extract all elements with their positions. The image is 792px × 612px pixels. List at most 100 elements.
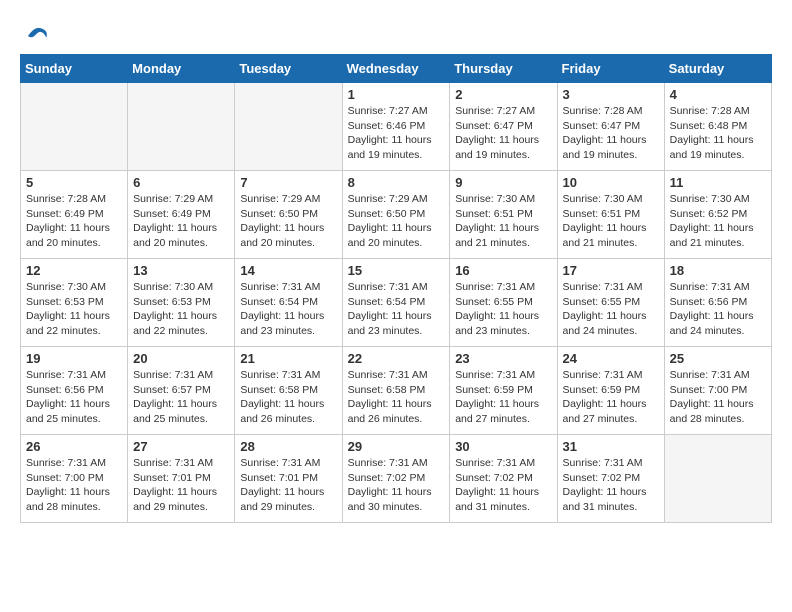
day-number: 27 xyxy=(133,439,229,454)
day-info: Sunrise: 7:31 AMSunset: 7:02 PMDaylight:… xyxy=(563,456,659,515)
day-number: 3 xyxy=(563,87,659,102)
day-info: Sunrise: 7:29 AMSunset: 6:50 PMDaylight:… xyxy=(348,192,445,251)
day-info: Sunrise: 7:31 AMSunset: 7:00 PMDaylight:… xyxy=(670,368,766,427)
calendar-cell: 6Sunrise: 7:29 AMSunset: 6:49 PMDaylight… xyxy=(128,171,235,259)
calendar-cell: 19 Sunrise: 7:31 AMSunset: 6:56 PMDayligh… xyxy=(21,347,128,435)
calendar-table: SundayMondayTuesdayWednesdayThursdayFrid… xyxy=(20,54,772,523)
day-number: 24 xyxy=(563,351,659,366)
day-header-thursday: Thursday xyxy=(450,55,557,83)
day-number: 22 xyxy=(348,351,445,366)
day-number: 16 xyxy=(455,263,551,278)
day-number: 14 xyxy=(240,263,336,278)
day-number: 18 xyxy=(670,263,766,278)
day-info: Sunrise: 7:31 AMSunset: 7:02 PMDaylight:… xyxy=(348,456,445,515)
day-number: 29 xyxy=(348,439,445,454)
day-header-monday: Monday xyxy=(128,55,235,83)
day-info: Sunrise: 7:31 AMSunset: 7:02 PMDaylight:… xyxy=(455,456,551,515)
day-number: 4 xyxy=(670,87,766,102)
calendar-cell xyxy=(235,83,342,171)
day-number: 9 xyxy=(455,175,551,190)
calendar-cell: 4 Sunrise: 7:28 AMSunset: 6:48 PMDaylight… xyxy=(664,83,771,171)
calendar-cell: 2Sunrise: 7:27 AMSunset: 6:47 PMDaylight… xyxy=(450,83,557,171)
calendar-cell: 22 Sunrise: 7:31 AMSunset: 6:58 PMDayligh… xyxy=(342,347,450,435)
day-info: Sunrise: 7:31 AMSunset: 6:54 PMDaylight:… xyxy=(348,280,445,339)
day-info: Sunrise: 7:28 AMSunset: 6:49 PMDaylight:… xyxy=(26,192,122,251)
logo-icon xyxy=(24,20,48,44)
day-header-wednesday: Wednesday xyxy=(342,55,450,83)
day-info: Sunrise: 7:31 AMSunset: 6:54 PMDaylight:… xyxy=(240,280,336,339)
day-number: 7 xyxy=(240,175,336,190)
week-row-2: 5 Sunrise: 7:28 AMSunset: 6:49 PMDaylight… xyxy=(21,171,772,259)
day-info: Sunrise: 7:31 AMSunset: 6:56 PMDaylight:… xyxy=(670,280,766,339)
calendar-cell: 24 Sunrise: 7:31 AMSunset: 6:59 PMDayligh… xyxy=(557,347,664,435)
day-info: Sunrise: 7:31 AMSunset: 6:57 PMDaylight:… xyxy=(133,368,229,427)
day-info: Sunrise: 7:30 AMSunset: 6:53 PMDaylight:… xyxy=(26,280,122,339)
day-info: Sunrise: 7:29 AMSunset: 6:50 PMDaylight:… xyxy=(240,192,336,251)
day-info: Sunrise: 7:31 AMSunset: 6:56 PMDaylight:… xyxy=(26,368,122,427)
calendar-cell: 30 Sunrise: 7:31 AMSunset: 7:02 PMDayligh… xyxy=(450,435,557,523)
day-info: Sunrise: 7:31 AMSunset: 6:59 PMDaylight:… xyxy=(455,368,551,427)
calendar-cell: 25 Sunrise: 7:31 AMSunset: 7:00 PMDayligh… xyxy=(664,347,771,435)
day-info: Sunrise: 7:28 AMSunset: 6:47 PMDaylight:… xyxy=(563,104,659,163)
day-header-saturday: Saturday xyxy=(664,55,771,83)
calendar-cell: 31 Sunrise: 7:31 AMSunset: 7:02 PMDayligh… xyxy=(557,435,664,523)
calendar-cell: 29 Sunrise: 7:31 AMSunset: 7:02 PMDayligh… xyxy=(342,435,450,523)
calendar-cell xyxy=(128,83,235,171)
day-info: Sunrise: 7:31 AMSunset: 6:58 PMDaylight:… xyxy=(240,368,336,427)
calendar-cell: 18 Sunrise: 7:31 AMSunset: 6:56 PMDayligh… xyxy=(664,259,771,347)
day-info: Sunrise: 7:31 AMSunset: 7:01 PMDaylight:… xyxy=(240,456,336,515)
day-info: Sunrise: 7:30 AMSunset: 6:52 PMDaylight:… xyxy=(670,192,766,251)
calendar-cell: 5 Sunrise: 7:28 AMSunset: 6:49 PMDaylight… xyxy=(21,171,128,259)
day-info: Sunrise: 7:31 AMSunset: 6:55 PMDaylight:… xyxy=(455,280,551,339)
calendar-cell: 14 Sunrise: 7:31 AMSunset: 6:54 PMDayligh… xyxy=(235,259,342,347)
day-number: 30 xyxy=(455,439,551,454)
day-number: 20 xyxy=(133,351,229,366)
calendar-cell: 27 Sunrise: 7:31 AMSunset: 7:01 PMDayligh… xyxy=(128,435,235,523)
calendar-cell: 9 Sunrise: 7:30 AMSunset: 6:51 PMDaylight… xyxy=(450,171,557,259)
week-row-3: 12 Sunrise: 7:30 AMSunset: 6:53 PMDayligh… xyxy=(21,259,772,347)
calendar-cell: 3 Sunrise: 7:28 AMSunset: 6:47 PMDaylight… xyxy=(557,83,664,171)
calendar-cell: 1 Sunrise: 7:27 AMSunset: 6:46 PMDaylight… xyxy=(342,83,450,171)
calendar-cell: 16 Sunrise: 7:31 AMSunset: 6:55 PMDayligh… xyxy=(450,259,557,347)
week-row-1: 1 Sunrise: 7:27 AMSunset: 6:46 PMDaylight… xyxy=(21,83,772,171)
calendar-cell: 11 Sunrise: 7:30 AMSunset: 6:52 PMDayligh… xyxy=(664,171,771,259)
day-number: 19 xyxy=(26,351,122,366)
day-number: 15 xyxy=(348,263,445,278)
day-info: Sunrise: 7:27 AMSunset: 6:46 PMDaylight:… xyxy=(348,104,445,163)
day-info: Sunrise: 7:31 AMSunset: 7:01 PMDaylight:… xyxy=(133,456,229,515)
day-info: Sunrise: 7:30 AMSunset: 6:51 PMDaylight:… xyxy=(563,192,659,251)
day-number: 1 xyxy=(348,87,445,102)
day-number: 8 xyxy=(348,175,445,190)
day-number: 26 xyxy=(26,439,122,454)
week-row-4: 19 Sunrise: 7:31 AMSunset: 6:56 PMDayligh… xyxy=(21,347,772,435)
day-number: 2 xyxy=(455,87,551,102)
day-number: 12 xyxy=(26,263,122,278)
day-info: Sunrise: 7:31 AMSunset: 6:59 PMDaylight:… xyxy=(563,368,659,427)
day-number: 5 xyxy=(26,175,122,190)
day-info: Sunrise: 7:28 AMSunset: 6:48 PMDaylight:… xyxy=(670,104,766,163)
calendar-cell: 17 Sunrise: 7:31 AMSunset: 6:55 PMDayligh… xyxy=(557,259,664,347)
calendar-cell: 26Sunrise: 7:31 AMSunset: 7:00 PMDayligh… xyxy=(21,435,128,523)
calendar-cell: 8 Sunrise: 7:29 AMSunset: 6:50 PMDaylight… xyxy=(342,171,450,259)
day-number: 13 xyxy=(133,263,229,278)
day-info: Sunrise: 7:31 AMSunset: 6:58 PMDaylight:… xyxy=(348,368,445,427)
calendar-cell: 10 Sunrise: 7:30 AMSunset: 6:51 PMDayligh… xyxy=(557,171,664,259)
day-header-sunday: Sunday xyxy=(21,55,128,83)
week-row-5: 26Sunrise: 7:31 AMSunset: 7:00 PMDayligh… xyxy=(21,435,772,523)
day-number: 11 xyxy=(670,175,766,190)
day-number: 17 xyxy=(563,263,659,278)
calendar-cell: 12 Sunrise: 7:30 AMSunset: 6:53 PMDayligh… xyxy=(21,259,128,347)
day-header-tuesday: Tuesday xyxy=(235,55,342,83)
day-info: Sunrise: 7:31 AMSunset: 6:55 PMDaylight:… xyxy=(563,280,659,339)
day-info: Sunrise: 7:29 AMSunset: 6:49 PMDaylight:… xyxy=(133,192,229,251)
calendar-cell: 28Sunrise: 7:31 AMSunset: 7:01 PMDayligh… xyxy=(235,435,342,523)
calendar-cell: 20 Sunrise: 7:31 AMSunset: 6:57 PMDayligh… xyxy=(128,347,235,435)
day-header-friday: Friday xyxy=(557,55,664,83)
day-number: 25 xyxy=(670,351,766,366)
page-header xyxy=(20,20,772,44)
day-info: Sunrise: 7:30 AMSunset: 6:51 PMDaylight:… xyxy=(455,192,551,251)
calendar-cell: 21Sunrise: 7:31 AMSunset: 6:58 PMDayligh… xyxy=(235,347,342,435)
day-number: 31 xyxy=(563,439,659,454)
calendar-cell: 23Sunrise: 7:31 AMSunset: 6:59 PMDayligh… xyxy=(450,347,557,435)
day-number: 10 xyxy=(563,175,659,190)
